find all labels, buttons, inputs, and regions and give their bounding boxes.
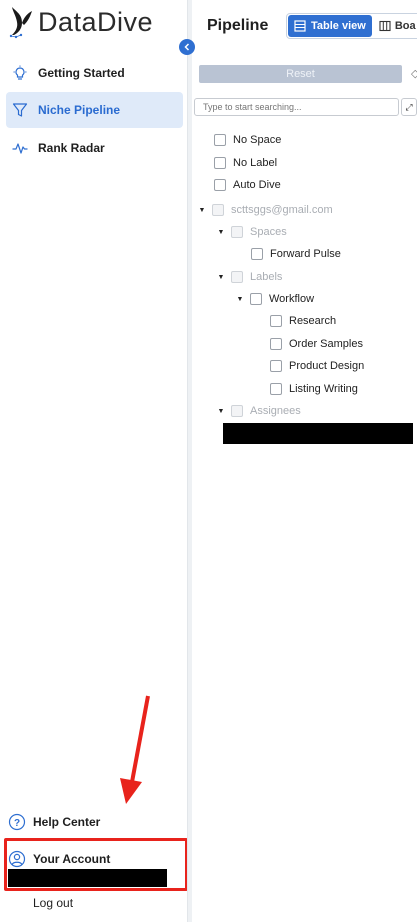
tree-node-assignees[interactable]: ▼ Assignees bbox=[217, 402, 301, 420]
checkbox[interactable] bbox=[270, 360, 282, 372]
caret-down-icon[interactable]: ▼ bbox=[217, 408, 225, 415]
tree-node-space-item[interactable]: Forward Pulse bbox=[251, 245, 341, 263]
filter-option-auto-dive[interactable]: Auto Dive bbox=[214, 176, 281, 194]
workflow-item-label: Product Design bbox=[289, 360, 365, 372]
account-email: scttsggs@gmail.com bbox=[231, 204, 333, 216]
tree-node-workflow-item[interactable]: Order Samples bbox=[270, 335, 363, 353]
sidebar-item-niche-pipeline[interactable]: Niche Pipeline bbox=[6, 92, 183, 128]
workflow-item-label: Order Samples bbox=[289, 338, 363, 350]
caret-down-icon[interactable]: ▼ bbox=[217, 274, 225, 281]
tree-node-workflow-item[interactable]: Product Design bbox=[270, 357, 364, 375]
logo-mark-icon bbox=[9, 7, 32, 39]
spaces-label: Spaces bbox=[250, 226, 287, 238]
checkbox[interactable] bbox=[214, 157, 226, 169]
filter-search-input[interactable] bbox=[194, 98, 399, 116]
help-center-link[interactable]: ? Help Center bbox=[8, 813, 178, 831]
filter-option-no-space[interactable]: No Space bbox=[214, 131, 281, 149]
main-content: Pipeline Table view Boa Reset ◇ ⤢ No Spa… bbox=[192, 0, 417, 922]
table-view-label: Table view bbox=[311, 20, 366, 32]
logout-link[interactable]: Log out bbox=[33, 896, 73, 910]
tree-node-spaces[interactable]: ▼ Spaces bbox=[217, 223, 287, 241]
checkbox[interactable] bbox=[250, 293, 262, 305]
tree-node-labels[interactable]: ▼ Labels bbox=[217, 268, 282, 286]
checkbox[interactable] bbox=[231, 271, 243, 283]
question-circle-icon: ? bbox=[8, 813, 26, 831]
board-view-label: Boa bbox=[394, 20, 416, 32]
checkbox[interactable] bbox=[231, 405, 243, 417]
sidebar-item-getting-started[interactable]: Getting Started bbox=[6, 55, 183, 91]
checkbox[interactable] bbox=[270, 383, 282, 395]
redacted-assignee bbox=[223, 423, 413, 444]
board-view-button[interactable]: Boa bbox=[373, 14, 417, 38]
tree-node-workflow-item[interactable]: Listing Writing bbox=[270, 380, 358, 398]
checkbox[interactable] bbox=[231, 226, 243, 238]
assignees-label: Assignees bbox=[250, 405, 301, 417]
caret-down-icon[interactable]: ▼ bbox=[217, 229, 225, 236]
table-icon bbox=[294, 20, 306, 32]
expand-icon[interactable]: ⤢ bbox=[401, 98, 417, 116]
collapse-filter-icon[interactable]: ◇ bbox=[411, 67, 417, 80]
tree-node-account[interactable]: ▼ scttsggs@gmail.com bbox=[198, 201, 333, 219]
lightbulb-icon bbox=[11, 64, 29, 82]
brand-logo[interactable]: DataDive bbox=[8, 4, 153, 40]
view-toggle: Table view Boa bbox=[286, 13, 417, 39]
filter-option-label: Auto Dive bbox=[233, 179, 281, 191]
checkbox[interactable] bbox=[270, 315, 282, 327]
tree-node-workflow[interactable]: ▼ Workflow bbox=[236, 290, 314, 308]
filter-icon bbox=[11, 101, 29, 119]
checkbox[interactable] bbox=[214, 134, 226, 146]
workflow-label: Workflow bbox=[269, 293, 315, 305]
filter-option-label: No Space bbox=[233, 134, 282, 146]
page-title: Pipeline bbox=[207, 17, 269, 34]
space-label: Forward Pulse bbox=[270, 248, 341, 260]
sidebar-item-label: Rank Radar bbox=[38, 141, 105, 155]
checkbox[interactable] bbox=[270, 338, 282, 350]
help-center-label: Help Center bbox=[33, 815, 101, 829]
filter-option-label: No Label bbox=[233, 157, 278, 169]
pulse-icon bbox=[11, 139, 29, 157]
reset-button[interactable]: Reset bbox=[199, 65, 402, 83]
svg-text:?: ? bbox=[14, 818, 20, 829]
sidebar-item-label: Getting Started bbox=[38, 66, 125, 80]
chevron-left-icon bbox=[184, 43, 190, 51]
sidebar: DataDive Getting Started Niche Pipeline … bbox=[0, 0, 188, 922]
filter-option-no-label[interactable]: No Label bbox=[214, 154, 277, 172]
sidebar-item-label: Niche Pipeline bbox=[38, 103, 121, 117]
checkbox[interactable] bbox=[214, 179, 226, 191]
brand-name: DataDive bbox=[38, 6, 154, 37]
workflow-item-label: Listing Writing bbox=[289, 383, 358, 395]
sidebar-item-rank-radar[interactable]: Rank Radar bbox=[6, 130, 183, 166]
workflow-item-label: Research bbox=[289, 315, 337, 327]
collapse-sidebar-button[interactable] bbox=[179, 39, 195, 55]
checkbox[interactable] bbox=[251, 248, 263, 260]
caret-down-icon[interactable]: ▼ bbox=[236, 296, 244, 303]
checkbox[interactable] bbox=[212, 204, 224, 216]
table-view-button[interactable]: Table view bbox=[288, 15, 372, 37]
caret-down-icon[interactable]: ▼ bbox=[198, 207, 206, 214]
red-arrow-annotation bbox=[120, 695, 150, 804]
tree-node-workflow-item[interactable]: Research bbox=[270, 312, 336, 330]
red-highlight-box bbox=[4, 838, 188, 891]
labels-label: Labels bbox=[250, 271, 283, 283]
board-icon bbox=[379, 20, 391, 32]
